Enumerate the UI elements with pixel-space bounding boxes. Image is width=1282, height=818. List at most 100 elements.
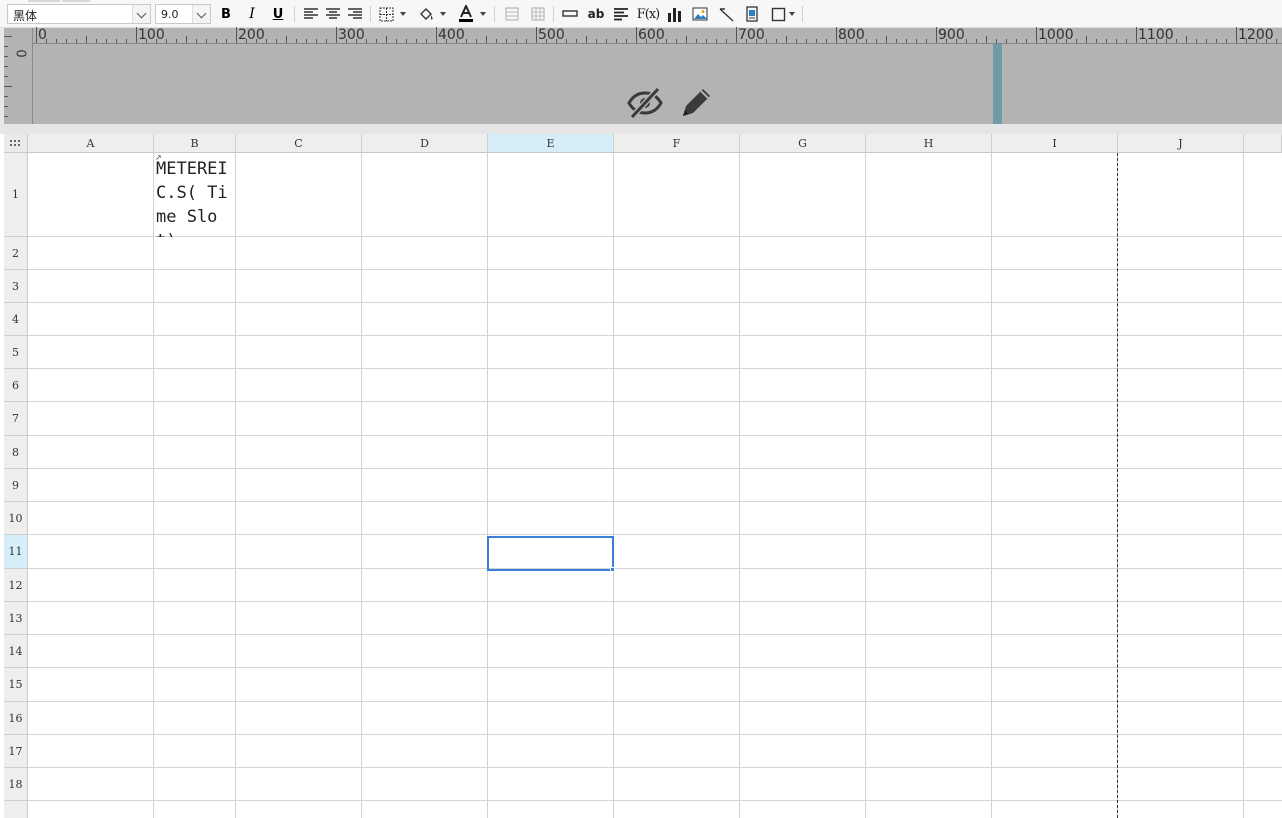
ruler-tick (626, 39, 627, 43)
ruler-tick (4, 86, 12, 87)
row-header-7[interactable]: 7 (4, 402, 28, 436)
ruler-tick (926, 39, 927, 43)
column-header-c[interactable]: C (236, 134, 362, 153)
ruler-tick (1026, 39, 1027, 43)
ruler-tick (1106, 39, 1107, 43)
ruler-tick (666, 39, 667, 43)
row-header-12[interactable]: 12 (4, 569, 28, 602)
column-header-g[interactable]: G (740, 134, 866, 153)
row-header-13[interactable]: 13 (4, 602, 28, 635)
font-color-button[interactable] (456, 4, 476, 24)
grid-column-line (487, 153, 488, 818)
row-header-6[interactable]: 6 (4, 369, 28, 402)
row-header-8[interactable]: 8 (4, 436, 28, 469)
ruler-tick (906, 39, 907, 43)
ruler-tick (866, 39, 867, 43)
italic-button[interactable]: I (242, 4, 262, 24)
column-header-b[interactable]: B (154, 134, 236, 153)
ruler-label: 700 (738, 27, 765, 43)
chevron-down-icon[interactable] (400, 12, 406, 16)
ruler-tick (966, 39, 967, 43)
spreadsheet-grid[interactable]: ↗ METEREIC.S( Time Slot) ABCDEFGHIJ12345… (4, 134, 1282, 818)
column-header-f[interactable]: F (614, 134, 740, 153)
ruler-tick (1226, 39, 1227, 43)
insert-line-button[interactable] (560, 4, 580, 24)
ruler-label: 400 (438, 27, 465, 43)
page-width-marker[interactable] (993, 44, 1002, 124)
font-name-select[interactable]: 黑体 (7, 4, 151, 24)
row-header-11[interactable]: 11 (4, 535, 28, 569)
ruler-tick (1206, 39, 1207, 43)
align-right-button[interactable] (345, 4, 365, 24)
insert-widget-button[interactable] (742, 4, 762, 24)
pencil-icon[interactable] (679, 84, 715, 120)
chevron-down-icon[interactable] (192, 5, 210, 23)
column-header-a[interactable]: A (28, 134, 154, 153)
row-header-2[interactable]: 2 (4, 237, 28, 270)
ruler-tick (386, 36, 387, 43)
ruler-tick (686, 36, 687, 43)
ruler-tick (376, 39, 377, 43)
column-header-i[interactable]: I (992, 134, 1118, 153)
row-header-4[interactable]: 4 (4, 303, 28, 336)
grid-row-line (28, 368, 1282, 369)
grid-row-line (28, 401, 1282, 402)
row-header-5[interactable]: 5 (4, 336, 28, 369)
row-header-17[interactable]: 17 (4, 735, 28, 768)
ruler-tick (4, 96, 8, 97)
selected-cell-e11[interactable] (487, 536, 614, 571)
chevron-down-icon[interactable] (440, 12, 446, 16)
insert-chart-button[interactable] (664, 4, 684, 24)
ruler-tick (96, 39, 97, 43)
ruler-tick (396, 39, 397, 43)
font-size-select[interactable]: 9.0 (155, 4, 211, 24)
eye-slash-icon[interactable] (627, 86, 663, 120)
insert-slash-button[interactable] (716, 4, 736, 24)
formula-button[interactable]: F(x) (636, 4, 661, 24)
insert-image-button[interactable] (690, 4, 710, 24)
split-cells-button[interactable] (528, 4, 548, 24)
fill-handle[interactable] (610, 567, 615, 572)
column-header-d[interactable]: D (362, 134, 488, 153)
chevron-down-icon[interactable] (132, 5, 150, 23)
ruler-tick (426, 39, 427, 43)
merge-cells-button[interactable] (502, 4, 522, 24)
chevron-down-icon[interactable] (480, 12, 486, 16)
cell-b1[interactable]: METEREIC.S( Time Slot) (154, 154, 235, 237)
ruler-tick (976, 39, 977, 43)
grid-row-line (28, 601, 1282, 602)
row-header-10[interactable]: 10 (4, 502, 28, 535)
ruler-tick (436, 27, 437, 43)
ruler-tick (4, 116, 8, 117)
grid-column-line (739, 153, 740, 818)
paint-bucket-icon (420, 8, 433, 20)
align-center-button[interactable] (323, 4, 343, 24)
paragraph-button[interactable] (611, 4, 631, 24)
insert-text-button[interactable]: ab (585, 4, 607, 24)
row-header-14[interactable]: 14 (4, 635, 28, 668)
select-all-corner[interactable] (4, 134, 28, 153)
cell-border-style-button[interactable] (768, 4, 788, 24)
row-header-9[interactable]: 9 (4, 469, 28, 502)
ruler-tick (306, 39, 307, 43)
chevron-down-icon[interactable] (789, 12, 795, 16)
column-header-e[interactable]: E (488, 134, 614, 153)
underline-button[interactable]: U (268, 4, 288, 24)
bold-button[interactable]: B (216, 4, 236, 24)
font-size-value: 9.0 (161, 8, 179, 21)
row-header-3[interactable]: 3 (4, 270, 28, 303)
row-header-1[interactable]: 1 (4, 153, 28, 237)
align-left-button[interactable] (301, 4, 321, 24)
row-header-15[interactable]: 15 (4, 668, 28, 702)
fill-color-button[interactable] (416, 4, 436, 24)
column-header-j[interactable]: J (1118, 134, 1244, 153)
row-header-16[interactable]: 16 (4, 702, 28, 735)
column-header-overflow (1244, 134, 1282, 153)
row-header-18[interactable]: 18 (4, 768, 28, 801)
grid-column-line (235, 153, 236, 818)
ruler-tick (226, 39, 227, 43)
ruler-tick (586, 36, 587, 43)
column-header-h[interactable]: H (866, 134, 992, 153)
borders-button[interactable] (376, 4, 396, 24)
ruler-tick (416, 39, 417, 43)
